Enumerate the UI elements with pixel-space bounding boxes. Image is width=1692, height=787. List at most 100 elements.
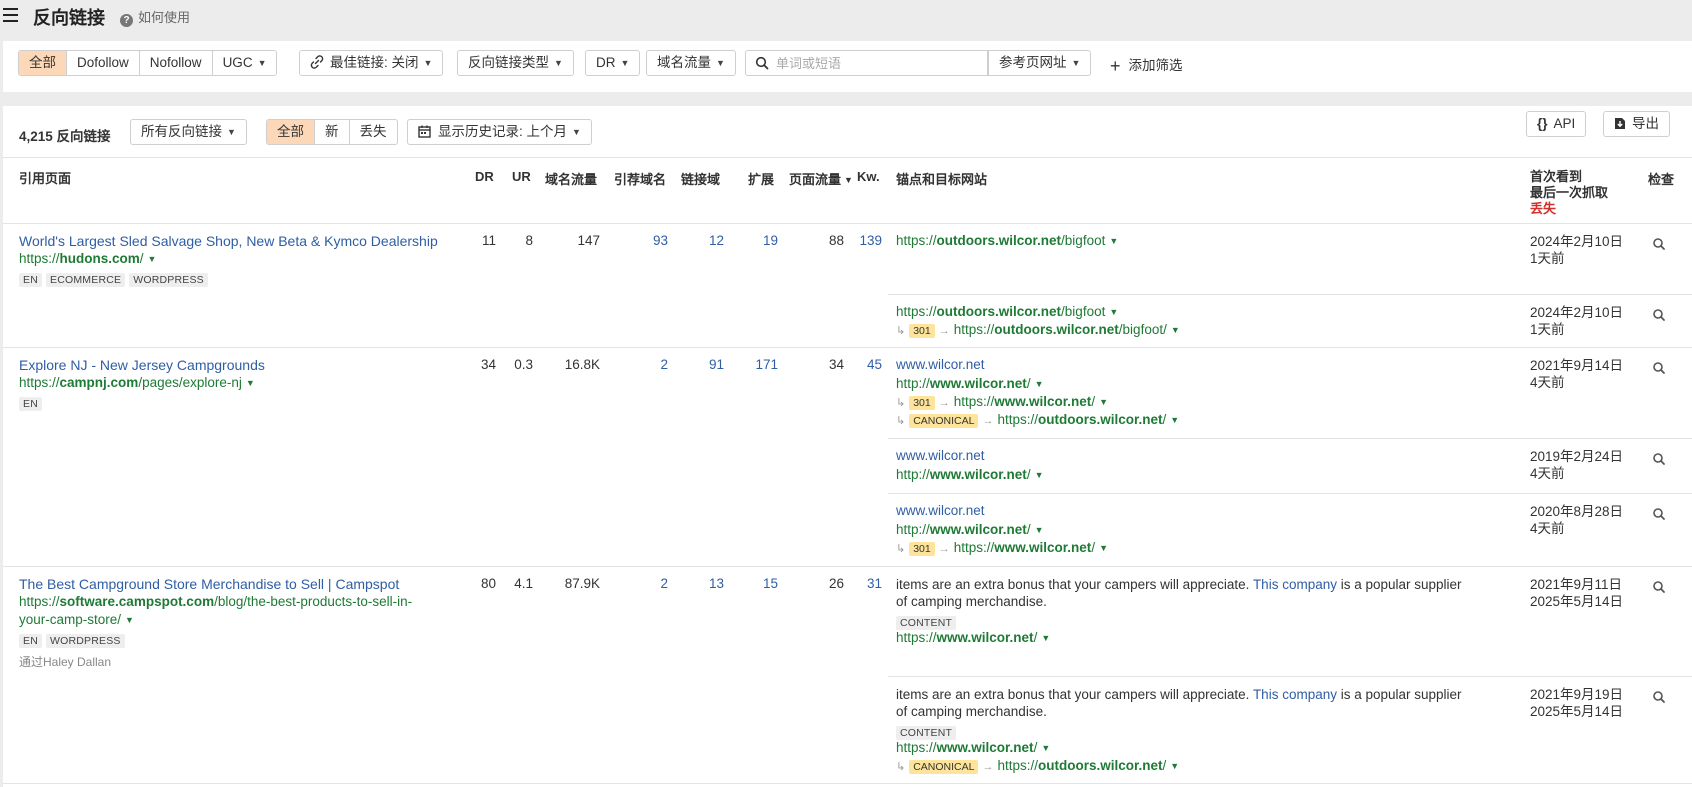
export-button[interactable]: 导出 — [1603, 111, 1670, 137]
referring-page-title[interactable]: World's Largest Sled Salvage Shop, New B… — [19, 233, 438, 249]
help-link[interactable]: ? 如何使用 — [120, 7, 190, 27]
caret-down-icon[interactable]: ▼ — [1170, 415, 1179, 425]
col-domain-traffic[interactable]: 域名流量 — [545, 169, 597, 188]
col-linked-domains[interactable]: 链接域 — [681, 169, 720, 188]
add-filter-label: 添加筛选 — [1128, 58, 1183, 73]
url-path: / — [1026, 467, 1031, 482]
caret-down-icon[interactable]: ▼ — [1035, 525, 1044, 535]
kw-value[interactable]: 139 — [859, 233, 882, 248]
url-prefix: http:// — [896, 522, 930, 537]
tab-new[interactable]: 新 — [315, 120, 350, 144]
col-dr[interactable]: DR — [475, 169, 494, 184]
ext-value[interactable]: 19 — [763, 233, 778, 248]
kw-value[interactable]: 31 — [867, 576, 882, 591]
ref-page-url-dropdown[interactable]: 参考页网址 ▼ — [988, 50, 1092, 76]
search-input[interactable] — [776, 55, 976, 71]
all-backlinks-dropdown[interactable]: 所有反向链接 ▼ — [130, 119, 247, 145]
first-seen-date: 2021年9月11日 — [1530, 577, 1623, 592]
filter-ugc[interactable]: UGC ▼ — [213, 51, 277, 75]
caret-down-icon[interactable]: ▼ — [1099, 543, 1108, 553]
anchor-text: www.wilcor.net — [896, 357, 985, 372]
col-ext[interactable]: 扩展 — [748, 169, 774, 188]
last-crawled: 4天前 — [1530, 521, 1565, 536]
inspect-icon[interactable] — [1652, 308, 1666, 322]
ref-domains-value[interactable]: 2 — [660, 576, 668, 591]
tab-lost[interactable]: 丢失 — [350, 120, 397, 144]
caret-down-icon[interactable]: ▼ — [125, 615, 134, 625]
col-ur[interactable]: UR — [512, 169, 531, 184]
inspect-icon[interactable] — [1652, 452, 1666, 466]
caret-down-icon[interactable]: ▼ — [1109, 236, 1118, 246]
kw-value[interactable]: 45 — [867, 357, 882, 372]
url-path: / — [1033, 630, 1038, 645]
referring-page-title[interactable]: The Best Campground Store Merchandise to… — [19, 576, 399, 592]
filter-all[interactable]: 全部 — [19, 51, 67, 75]
caret-down-icon[interactable]: ▼ — [1171, 325, 1180, 335]
linked-domains-value[interactable]: 91 — [709, 357, 724, 372]
canonical-badge: CANONICAL — [909, 760, 979, 774]
url-path: /bigfoot/ — [1118, 322, 1167, 337]
ext-value[interactable]: 15 — [763, 576, 778, 591]
caret-down-icon[interactable]: ▼ — [1041, 743, 1050, 753]
referring-page-url[interactable]: https://campnj.com/pages/explore-nj ▼ — [19, 375, 255, 390]
caret-down-icon[interactable]: ▼ — [1035, 470, 1044, 480]
search-box — [745, 50, 988, 76]
target-url[interactable]: https://www.wilcor.net/▼ — [896, 630, 1050, 645]
domain-traffic-value: 147 — [577, 233, 600, 248]
ext-value[interactable]: 171 — [755, 357, 778, 372]
inspect-icon[interactable] — [1652, 237, 1666, 251]
caret-down-icon[interactable]: ▼ — [1041, 633, 1050, 643]
url-path: / — [1033, 740, 1038, 755]
caret-down-icon[interactable]: ▼ — [246, 378, 255, 388]
referring-page-url[interactable]: https://software.campspot.com/blog/the-b… — [19, 594, 412, 609]
caret-down-icon[interactable]: ▼ — [1035, 379, 1044, 389]
col-lost: 丢失 — [1530, 201, 1557, 216]
ref-domains-value[interactable]: 93 — [653, 233, 668, 248]
col-anchor[interactable]: 锚点和目标网站 — [896, 169, 987, 188]
best-links-label: 最佳链接: 关闭 — [330, 55, 419, 70]
url-prefix: https:// — [19, 594, 60, 609]
col-page-traffic[interactable]: 页面流量 ▼ — [789, 169, 853, 188]
col-ref-domains[interactable]: 引荐域名 — [614, 169, 666, 188]
referring-page-url[interactable]: https://hudons.com/ ▼ — [19, 251, 156, 266]
inspect-icon[interactable] — [1652, 361, 1666, 375]
target-url[interactable]: http://www.wilcor.net/ ▼ — [896, 467, 1044, 482]
inspect-icon[interactable] — [1652, 690, 1666, 704]
url-domain: software.campspot.com — [59, 594, 215, 609]
col-referring-page[interactable]: 引用页面 — [19, 168, 71, 187]
backlink-type-dropdown[interactable]: 反向链接类型 ▼ — [457, 50, 574, 76]
inspect-icon[interactable] — [1652, 580, 1666, 594]
caret-down-icon[interactable]: ▼ — [1099, 397, 1108, 407]
linked-domains-value[interactable]: 13 — [709, 576, 724, 591]
caret-down-icon[interactable]: ▼ — [1170, 761, 1179, 771]
target-url[interactable]: https://outdoors.wilcor.net/bigfoot ▼ — [896, 304, 1118, 319]
ref-domains-value[interactable]: 2 — [660, 357, 668, 372]
col-kw[interactable]: Kw. — [857, 169, 880, 184]
linked-domains-value[interactable]: 12 — [709, 233, 724, 248]
api-button[interactable]: {} API — [1526, 111, 1587, 137]
target-url[interactable]: http://www.wilcor.net/ ▼ — [896, 522, 1044, 537]
target-url[interactable]: https://www.wilcor.net/▼ — [896, 740, 1050, 755]
dr-dropdown[interactable]: DR ▼ — [585, 50, 641, 76]
inspect-icon[interactable] — [1652, 507, 1666, 521]
context-before: items are an extra bonus that your campe… — [896, 577, 1253, 592]
filter-ugc-label: UGC — [222, 55, 253, 70]
target-url[interactable]: http://www.wilcor.net/ ▼ — [896, 376, 1044, 391]
add-filter-button[interactable]: + 添加筛选 — [1110, 54, 1183, 77]
best-links-dropdown[interactable]: 最佳链接: 关闭 ▼ — [299, 50, 444, 76]
caret-down-icon[interactable]: ▼ — [1109, 307, 1118, 317]
tab-all[interactable]: 全部 — [267, 120, 315, 144]
referring-page-url-cont[interactable]: your-camp-store/▼ — [19, 612, 134, 627]
filter-dofollow[interactable]: Dofollow — [67, 51, 140, 75]
filter-nofollow[interactable]: Nofollow — [140, 51, 213, 75]
menu-icon[interactable] — [3, 8, 18, 22]
referring-page-title[interactable]: Explore NJ - New Jersey Campgrounds — [19, 357, 265, 373]
domain-traffic-dropdown[interactable]: 域名流量 ▼ — [646, 50, 736, 76]
col-dates[interactable]: 首次看到 最后一次抓取 丢失 — [1530, 169, 1608, 217]
caret-down-icon[interactable]: ▼ — [148, 254, 157, 264]
tag-platform: WORDPRESS — [46, 634, 125, 648]
last-crawled: 1天前 — [1530, 322, 1565, 337]
target-url[interactable]: https://outdoors.wilcor.net/bigfoot ▼ — [896, 233, 1118, 248]
history-dropdown[interactable]: 显示历史记录: 上个月 ▼ — [407, 119, 592, 145]
filter-bar: 全部 Dofollow Nofollow UGC ▼ 最佳链接: 关闭 ▼ 反向链接… — [3, 41, 1692, 92]
